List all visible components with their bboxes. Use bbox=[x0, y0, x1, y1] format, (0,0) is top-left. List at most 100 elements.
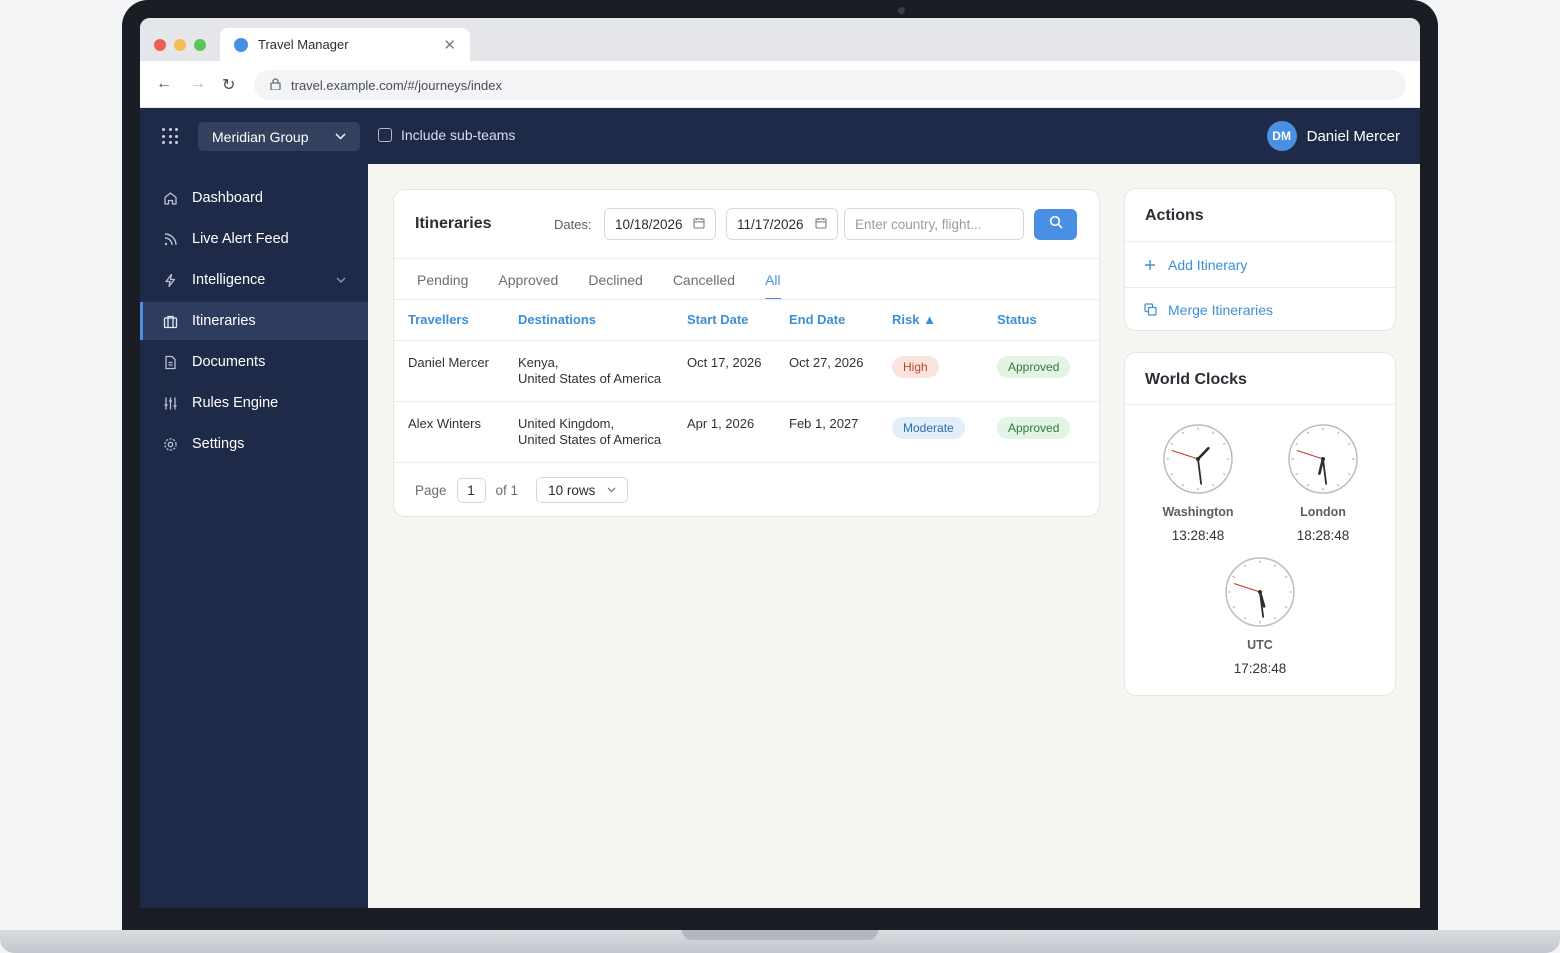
dates-label: Dates: bbox=[554, 217, 592, 232]
search-button[interactable] bbox=[1034, 209, 1077, 240]
clock-city: UTC bbox=[1247, 638, 1273, 652]
table-row[interactable]: Alex Winters United Kingdom, United Stat… bbox=[394, 402, 1099, 463]
page-count-label: of 1 bbox=[495, 482, 519, 498]
add-itinerary-label: Add Itinerary bbox=[1168, 256, 1248, 273]
calendar-icon[interactable] bbox=[815, 217, 827, 232]
sidebar-item-settings[interactable]: Settings bbox=[140, 425, 368, 463]
sliders-icon bbox=[162, 395, 178, 411]
itineraries-title: Itineraries bbox=[415, 215, 492, 232]
reload-icon[interactable]: ↻ bbox=[222, 75, 235, 95]
date-to-value: 11/17/2026 bbox=[737, 216, 804, 232]
divider bbox=[394, 258, 1099, 259]
sidebar-item-rules-engine[interactable]: Rules Engine bbox=[140, 384, 368, 422]
gear-icon bbox=[162, 436, 178, 452]
table-row[interactable]: Daniel Mercer Kenya, United States of Am… bbox=[394, 341, 1099, 402]
traveller-name: Daniel Mercer bbox=[408, 355, 489, 370]
plus-icon bbox=[1143, 259, 1157, 271]
sidebar-item-label: Itineraries bbox=[192, 313, 256, 329]
url-field[interactable]: travel.example.com/#/journeys/index bbox=[254, 70, 1406, 100]
camera bbox=[898, 7, 905, 14]
rows-per-page-select[interactable]: 10 rows bbox=[536, 477, 629, 503]
laptop-notch bbox=[682, 930, 878, 940]
tab-approved[interactable]: Approved bbox=[498, 272, 558, 300]
tab-close-icon[interactable]: ✕ bbox=[443, 36, 456, 54]
merge-itineraries-label: Merge Itineraries bbox=[1168, 301, 1274, 318]
sidebar-item-label: Documents bbox=[192, 354, 266, 370]
divider bbox=[1125, 404, 1395, 405]
column-header-risk[interactable]: Risk ▲ bbox=[892, 312, 936, 327]
destination: United Kingdom, bbox=[518, 416, 615, 431]
clock-city: Washington bbox=[1162, 505, 1234, 519]
include-subteams-label: Include sub-teams bbox=[401, 127, 516, 143]
organization-select[interactable]: Meridian Group bbox=[198, 122, 360, 151]
sidebar-item-label: Rules Engine bbox=[192, 395, 279, 411]
column-header-destinations[interactable]: Destinations bbox=[518, 312, 596, 327]
column-header-start-date[interactable]: Start Date bbox=[687, 312, 748, 327]
clock-utc: UTC 17:28:48 bbox=[1200, 556, 1320, 676]
sidebar-item-label: Intelligence bbox=[192, 272, 266, 288]
start-date: Oct 17, 2026 bbox=[687, 355, 762, 370]
risk-badge: High bbox=[892, 356, 939, 378]
tab-cancelled[interactable]: Cancelled bbox=[673, 272, 735, 300]
page-label: Page bbox=[415, 482, 447, 498]
itinerary-search-input[interactable] bbox=[844, 208, 1024, 240]
lock-icon bbox=[270, 77, 281, 93]
analog-clock-icon bbox=[1288, 424, 1358, 494]
clock-time: 17:28:48 bbox=[1233, 661, 1287, 676]
app-grid-icon[interactable] bbox=[162, 128, 178, 144]
include-subteams-toggle[interactable]: Include sub-teams bbox=[378, 127, 515, 143]
pagination: Page 1 of 1 10 rows bbox=[415, 477, 629, 503]
clock-city: London bbox=[1300, 505, 1346, 519]
destination: United States of America bbox=[518, 371, 662, 386]
rss-icon bbox=[162, 231, 178, 247]
clock-center bbox=[1196, 457, 1200, 461]
chevron-down-icon[interactable] bbox=[336, 275, 346, 286]
include-subteams-checkbox[interactable] bbox=[378, 128, 392, 142]
clock-washington: Washington 13:28:48 bbox=[1138, 423, 1258, 543]
forward-arrow-icon[interactable]: → bbox=[190, 75, 206, 93]
tab-all[interactable]: All bbox=[765, 272, 781, 300]
destination: United States of America bbox=[518, 432, 662, 447]
sidebar-item-intelligence[interactable]: Intelligence bbox=[140, 261, 368, 299]
page-number-input[interactable]: 1 bbox=[456, 477, 486, 503]
tab-title: Travel Manager bbox=[258, 37, 349, 52]
sidebar-item-live-alert-feed[interactable]: Live Alert Feed bbox=[140, 220, 368, 258]
world-clocks-title: World Clocks bbox=[1145, 371, 1247, 388]
avatar: DM bbox=[1266, 121, 1297, 151]
column-header-travellers[interactable]: Travellers bbox=[408, 312, 469, 327]
traveller-name: Alex Winters bbox=[408, 416, 481, 431]
briefcase-icon bbox=[162, 313, 178, 329]
clock-time: 18:28:48 bbox=[1296, 528, 1350, 543]
close-window-button[interactable] bbox=[154, 39, 166, 51]
date-from-field[interactable]: 10/18/2026 bbox=[604, 208, 716, 240]
copy-icon bbox=[1143, 303, 1157, 316]
merge-itineraries-button[interactable]: Merge Itineraries bbox=[1125, 287, 1395, 332]
organization-name: Meridian Group bbox=[212, 128, 309, 145]
back-arrow-icon[interactable]: ← bbox=[156, 75, 172, 93]
column-header-status[interactable]: Status bbox=[997, 312, 1037, 327]
clock-center bbox=[1258, 590, 1262, 594]
sidebar-item-itineraries[interactable]: Itineraries bbox=[140, 302, 368, 340]
sidebar-item-documents[interactable]: Documents bbox=[140, 343, 368, 381]
tab-pending[interactable]: Pending bbox=[417, 272, 468, 300]
browser-tab[interactable]: Travel Manager ✕ bbox=[220, 28, 470, 61]
end-date: Feb 1, 2027 bbox=[789, 416, 859, 431]
divider bbox=[394, 299, 1099, 300]
minimize-window-button[interactable] bbox=[174, 39, 186, 51]
calendar-icon[interactable] bbox=[693, 217, 705, 232]
column-header-end-date[interactable]: End Date bbox=[789, 312, 845, 327]
sidebar-item-dashboard[interactable]: Dashboard bbox=[140, 179, 368, 217]
maximize-window-button[interactable] bbox=[194, 39, 206, 51]
add-itinerary-button[interactable]: Add Itinerary bbox=[1125, 242, 1395, 287]
end-date: Oct 27, 2026 bbox=[789, 355, 864, 370]
chevron-down-icon bbox=[607, 485, 616, 496]
analog-clock-icon bbox=[1163, 424, 1233, 494]
user-menu[interactable]: DM Daniel Mercer bbox=[1266, 121, 1400, 151]
url-text: travel.example.com/#/journeys/index bbox=[291, 77, 502, 93]
favicon-icon bbox=[234, 37, 248, 52]
actions-card: Actions Add Itinerary Merge Itineraries bbox=[1124, 188, 1396, 331]
actions-title: Actions bbox=[1145, 207, 1204, 224]
date-to-field[interactable]: 11/17/2026 bbox=[726, 208, 838, 240]
tab-declined[interactable]: Declined bbox=[588, 272, 642, 300]
analog-clock-icon bbox=[1225, 557, 1295, 627]
